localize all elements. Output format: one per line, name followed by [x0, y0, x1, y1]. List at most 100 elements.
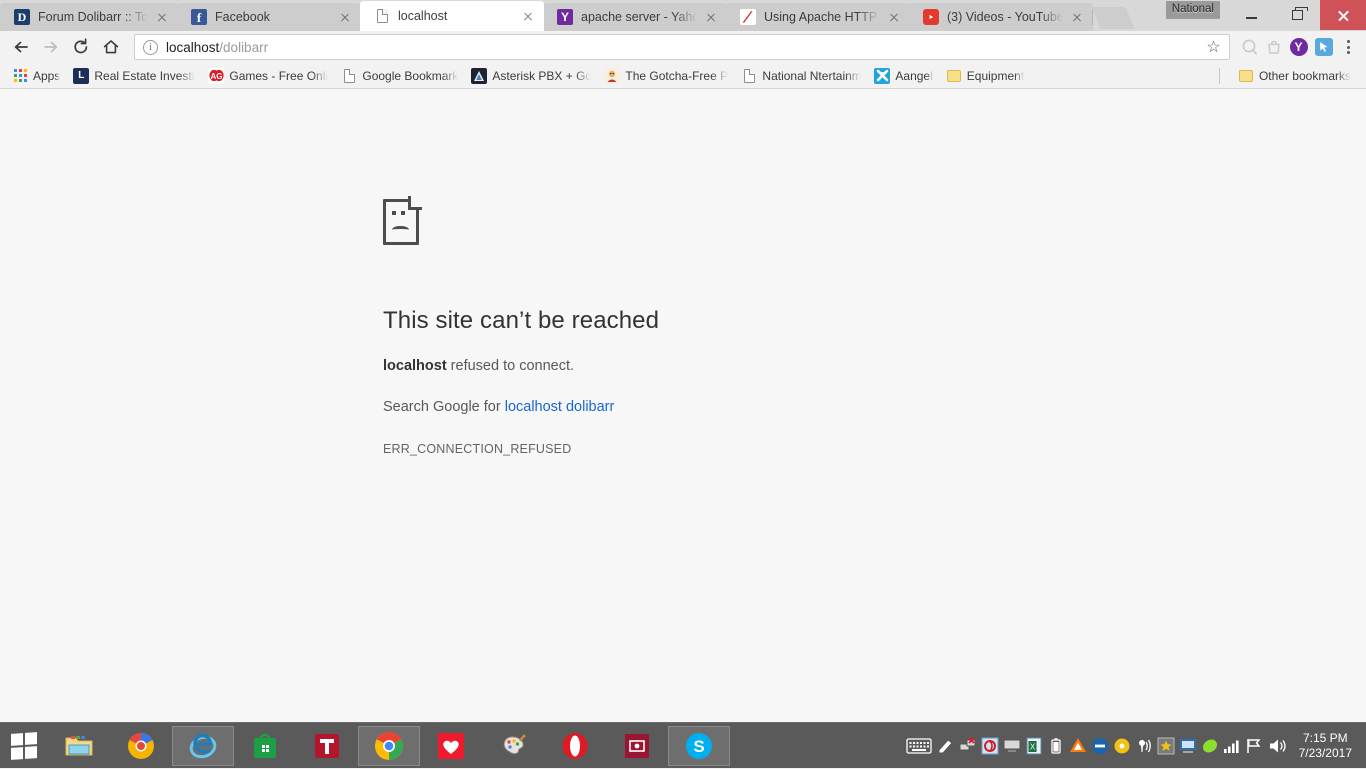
avast-icon[interactable] [1067, 723, 1089, 769]
browser-toolbar: i localhost/dolibarr ☆ Y [0, 31, 1366, 63]
bookmark-label: Asterisk PBX + Googl [492, 69, 591, 83]
wifi-signal-icon[interactable] [1221, 723, 1243, 769]
taskbar-app-paint[interactable] [482, 726, 544, 766]
close-button[interactable] [1320, 0, 1366, 30]
taskbar-app-heart[interactable] [420, 726, 482, 766]
bookmark-item-games-free-online[interactable]: AG Games - Free Online [202, 65, 334, 87]
bookmark-label: Real Estate Investing [94, 69, 195, 83]
taskbar-app-screen-capture[interactable] [606, 726, 668, 766]
browser-tab-youtube[interactable]: (3) Videos - YouTube [909, 3, 1093, 31]
bookmark-label: Other bookmarks [1259, 69, 1351, 83]
taskbar-apps: S [48, 723, 730, 769]
taskbar-app-skype[interactable]: S [668, 726, 730, 766]
svg-text:X: X [1029, 742, 1035, 751]
browser-tab-localhost[interactable]: localhost [360, 1, 544, 31]
generic-page-icon [374, 8, 390, 24]
volume-icon[interactable] [1265, 723, 1291, 769]
url-text: localhost/dolibarr [166, 40, 268, 55]
internet-explorer-icon [188, 731, 218, 761]
bookmark-item-apps[interactable]: Apps [6, 65, 66, 87]
bookmark-item-gotcha-free-pbx[interactable]: The Gotcha-Free PBX [598, 65, 734, 87]
tab-close-icon[interactable] [703, 9, 719, 25]
tab-close-icon[interactable] [886, 9, 902, 25]
new-tab-button[interactable] [1092, 7, 1135, 29]
windows-store-icon [250, 731, 280, 761]
asterisk-icon [471, 68, 487, 84]
bookmark-item-asterisk-pbx[interactable]: Asterisk PBX + Googl [465, 65, 597, 87]
maximize-button[interactable] [1274, 0, 1320, 30]
other-bookmarks-folder[interactable]: Other bookmarks [1232, 65, 1357, 87]
minimize-button[interactable] [1228, 0, 1274, 30]
taskbar-clock[interactable]: 7:15 PM 7/23/2017 [1291, 731, 1362, 761]
display-icon[interactable] [1001, 723, 1023, 769]
tab-close-icon[interactable] [154, 9, 170, 25]
taskbar-app-chrome-canary[interactable] [110, 726, 172, 766]
bookmark-item-real-estate-investing[interactable]: L Real Estate Investing [67, 65, 201, 87]
green-lemon-icon[interactable] [1199, 723, 1221, 769]
windows-taskbar: S X [0, 722, 1366, 768]
taskbar-app-windows-store[interactable] [234, 726, 296, 766]
taskbar-app-file-explorer[interactable] [48, 726, 110, 766]
taskbar-app-opera[interactable] [544, 726, 606, 766]
teamviewer-t-icon [312, 731, 342, 761]
start-button[interactable] [0, 723, 48, 769]
error-reason-host: localhost [383, 358, 447, 374]
tab-close-icon[interactable] [337, 9, 353, 25]
no-entry-icon[interactable] [1089, 723, 1111, 769]
home-button[interactable] [96, 32, 126, 62]
page-viewport: This site can’t be reached localhost ref… [0, 89, 1366, 768]
disc-icon[interactable] [1111, 723, 1133, 769]
tab-close-icon[interactable] [1069, 9, 1085, 25]
apps-grid-icon [12, 68, 28, 84]
back-button[interactable] [6, 32, 36, 62]
yahoo-extension-icon[interactable]: Y [1286, 34, 1311, 60]
bookmark-item-national-ntertainment[interactable]: National Ntertainmen [735, 65, 867, 87]
remote-desktop-icon[interactable] [1177, 723, 1199, 769]
chrome-menu-button[interactable] [1336, 34, 1360, 60]
bookmark-label: National Ntertainmen [762, 69, 861, 83]
red-circle-app-icon[interactable] [979, 723, 1001, 769]
extension-icon-gray-1[interactable] [1236, 34, 1261, 60]
error-page: This site can’t be reached localhost ref… [383, 199, 983, 456]
extension-icon-gray-2[interactable] [1261, 34, 1286, 60]
pen-tablet-icon[interactable] [935, 723, 957, 769]
windows-logo-icon [11, 732, 37, 760]
taskbar-app-teamviewer[interactable] [296, 726, 358, 766]
search-prefix: Search Google for [383, 399, 505, 415]
sound-alert-icon[interactable] [1133, 723, 1155, 769]
browser-tab-facebook[interactable]: f Facebook [177, 3, 361, 31]
bookmark-item-aangel[interactable]: Aangel [868, 65, 938, 87]
taskbar-app-internet-explorer[interactable] [172, 726, 234, 766]
browser-tab-yahoo-apache[interactable]: Y apache server - Yahoo S [543, 3, 727, 31]
touch-keyboard-icon[interactable] [903, 723, 935, 769]
action-center-flag-icon[interactable] [1243, 723, 1265, 769]
reload-button[interactable] [66, 32, 96, 62]
screen-capture-icon [622, 731, 652, 761]
battery-tray-icon[interactable] [1045, 723, 1067, 769]
aangel-icon [874, 68, 890, 84]
tab-close-icon[interactable] [520, 8, 536, 24]
window-controls: National [1166, 0, 1366, 31]
browser-tab-forum-dolibarr[interactable]: D Forum Dolibarr :: Topics [0, 3, 178, 31]
generic-page-icon [741, 68, 757, 84]
address-bar[interactable]: i localhost/dolibarr ☆ [134, 34, 1230, 60]
bookmark-label: Equipment [967, 69, 1024, 83]
profile-badge[interactable]: National [1166, 1, 1220, 19]
bookmark-item-equipment[interactable]: Equipment [940, 65, 1030, 87]
bookmark-label: Google Bookmark [362, 69, 458, 83]
clock-time: 7:15 PM [1299, 731, 1352, 746]
page-info-icon[interactable]: i [143, 40, 158, 55]
search-google-link[interactable]: localhost dolibarr [505, 399, 615, 415]
error-reason-rest: refused to connect. [447, 358, 574, 374]
taskbar-app-google-chrome[interactable] [358, 726, 420, 766]
bookmark-item-google-bookmark[interactable]: Google Bookmark [335, 65, 464, 87]
tab-title: apache server - Yahoo S [581, 10, 697, 24]
network-disconnected-icon[interactable] [957, 723, 979, 769]
youtube-icon [923, 9, 939, 25]
browser-tab-apache-docs[interactable]: Using Apache HTTP Ser [726, 3, 910, 31]
excel-sync-icon[interactable]: X [1023, 723, 1045, 769]
app-star-icon[interactable] [1155, 723, 1177, 769]
bookmark-star-icon[interactable]: ☆ [1204, 38, 1223, 57]
skype-click-to-call-icon[interactable] [1311, 34, 1336, 60]
facebook-icon: f [191, 9, 207, 25]
